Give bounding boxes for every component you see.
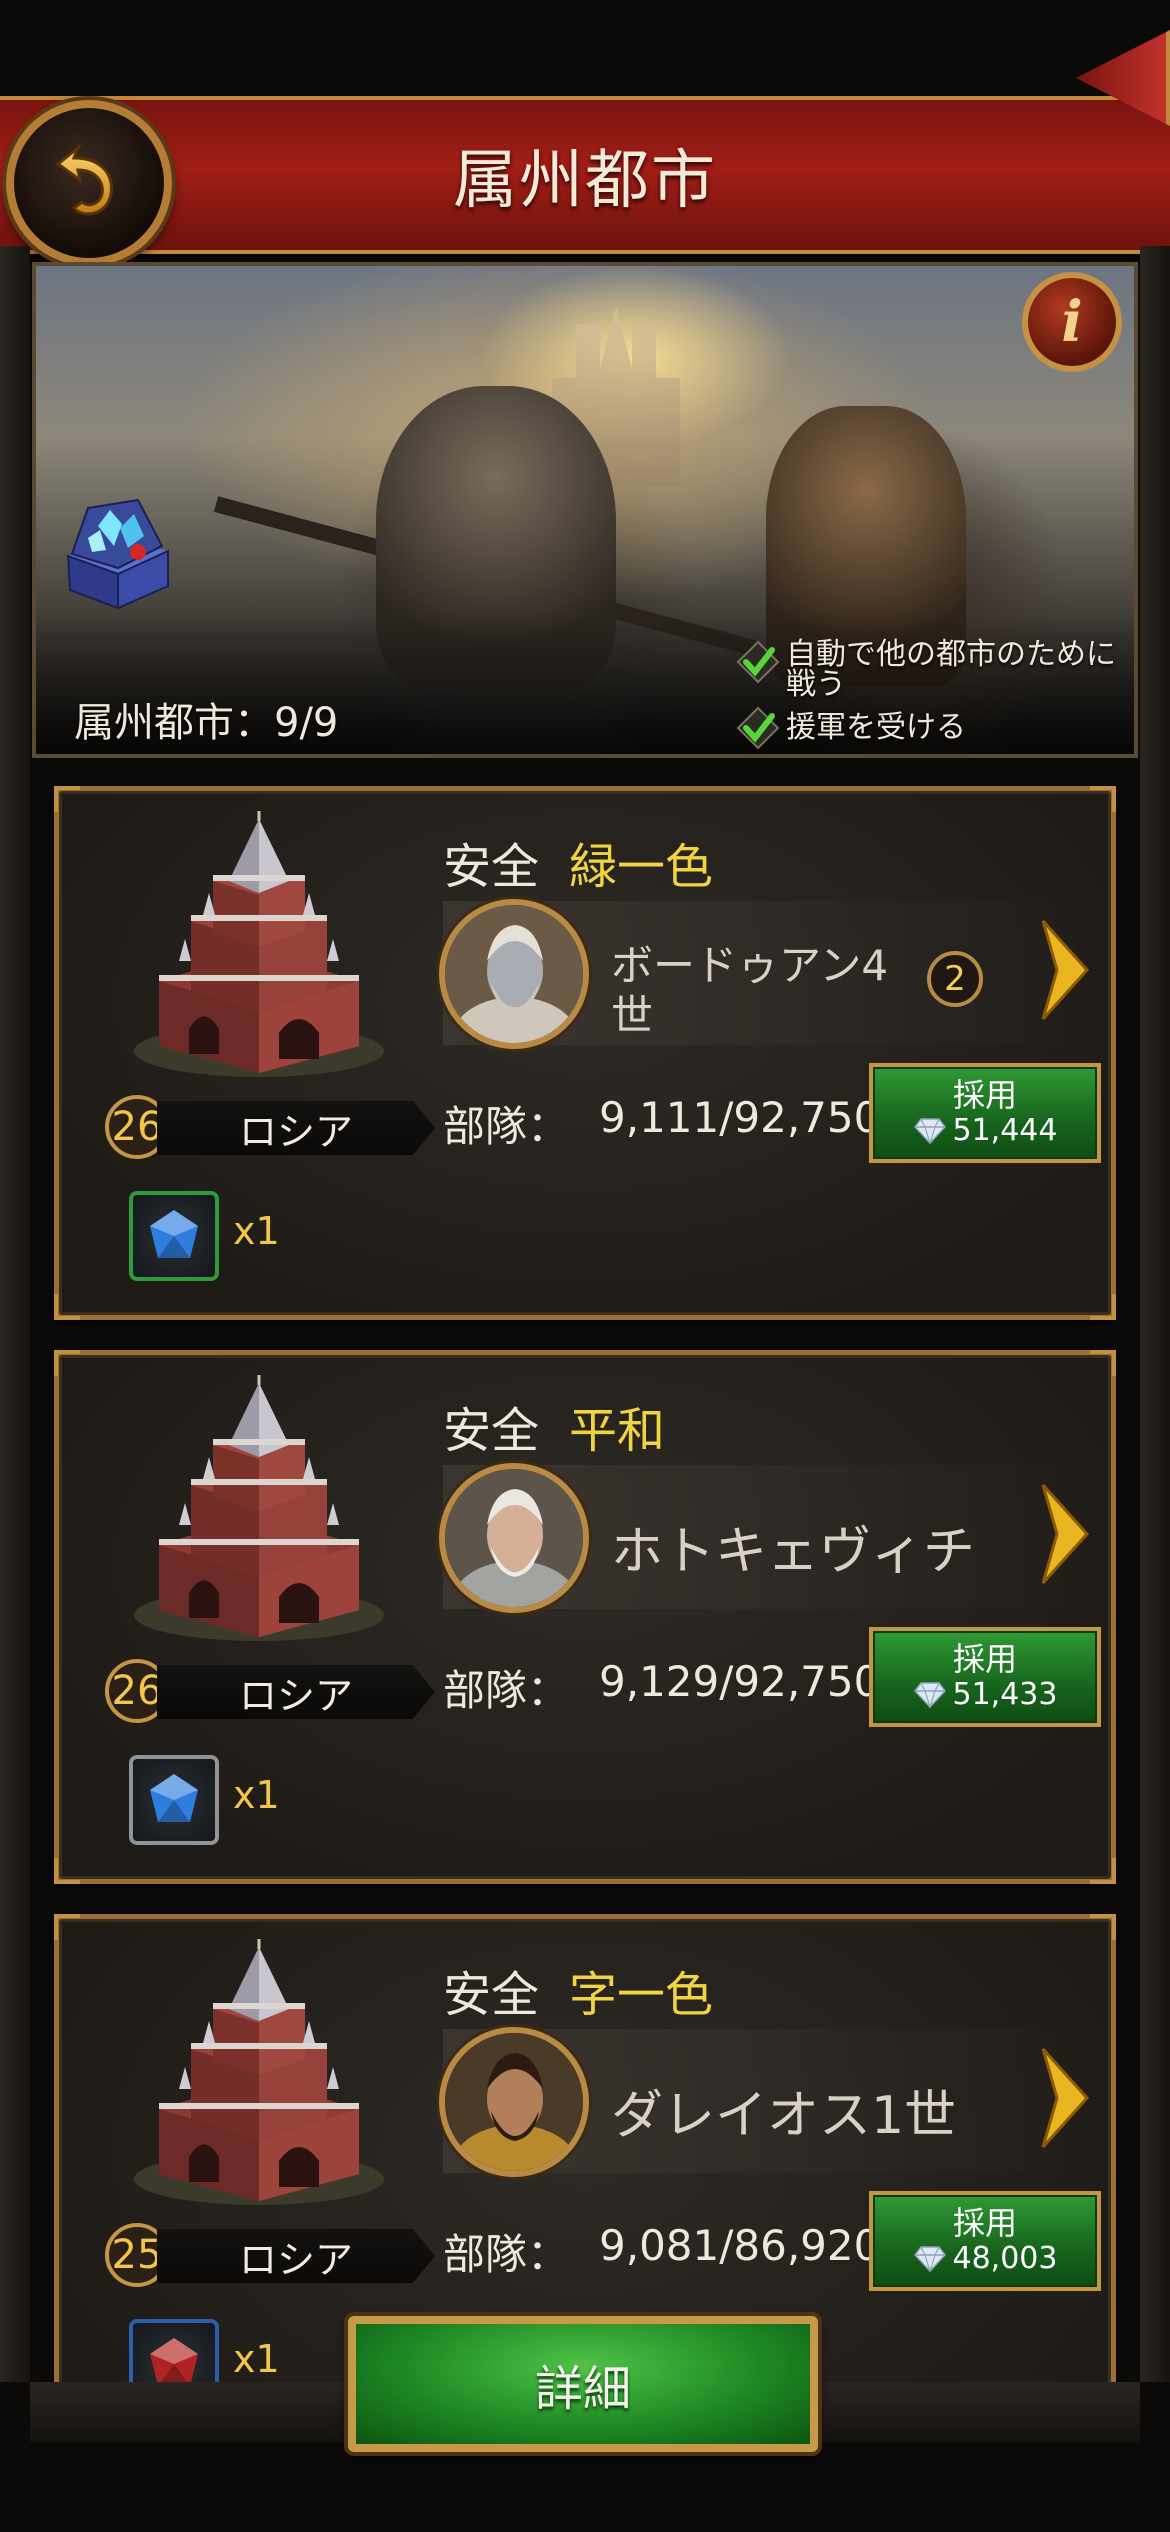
card-corner xyxy=(1090,786,1116,812)
back-arrow-icon xyxy=(55,143,113,216)
card-corner xyxy=(1090,1858,1116,1884)
chevron-right-icon[interactable] xyxy=(1035,1479,1095,1589)
hero-name-line1: ボードゥアン4 xyxy=(611,941,889,990)
hero-count-badge: 2 xyxy=(927,951,983,1007)
chevron-right-icon[interactable] xyxy=(1035,915,1095,1025)
province-count: 属州都市：9/9 xyxy=(74,700,339,746)
status-safe: 安全 xyxy=(443,1967,540,2023)
troops-label: 部隊： xyxy=(443,1102,570,1151)
accept-reinforcement-option[interactable]: 援軍を受ける xyxy=(736,706,966,750)
right-frame xyxy=(1140,246,1170,2396)
card-corner xyxy=(54,1914,80,1940)
nation-label: ロシア xyxy=(238,2237,353,2282)
hero-name: ダレイオス1世 xyxy=(611,2086,957,2146)
gem-quantity: x1 xyxy=(233,1773,280,1817)
hero-name: ホトキェヴィチ xyxy=(611,1522,976,1582)
city-card[interactable]: 26 ロシア x1 安全 平和 ホトキェヴィチ 部隊： 9,129/92,750… xyxy=(54,1350,1116,1884)
hero-portrait[interactable] xyxy=(439,899,589,1049)
nation-label: ロシア xyxy=(238,1673,353,1718)
card-corner xyxy=(54,786,80,812)
hire-label: 採用 xyxy=(952,1640,1017,1678)
hire-cost: 48,003 xyxy=(952,2241,1058,2276)
header-bar: 属州都市 xyxy=(0,96,1170,254)
nation-label: ロシア xyxy=(238,1109,353,1154)
hero-name-line1: ホトキェヴィチ xyxy=(611,1522,976,1582)
diamond-icon xyxy=(913,1682,946,1709)
city-tower-image xyxy=(119,1939,399,2209)
city-status: 安全 緑一色 xyxy=(443,827,713,897)
city-status: 安全 平和 xyxy=(443,1391,665,1461)
troops-label: 部隊： xyxy=(443,1666,570,1715)
city-name: 平和 xyxy=(569,1403,666,1459)
back-button[interactable] xyxy=(6,100,172,266)
city-status: 安全 字一色 xyxy=(443,1955,713,2025)
city-name: 緑一色 xyxy=(569,839,714,895)
city-tower-image xyxy=(119,811,399,1081)
accept-reinforcement-label: 援軍を受ける xyxy=(786,710,966,745)
hero-portrait[interactable] xyxy=(439,1463,589,1613)
hire-label: 採用 xyxy=(952,2204,1017,2242)
hire-button[interactable]: 採用 51,433 xyxy=(869,1627,1101,1727)
hire-cost: 51,433 xyxy=(952,1677,1058,1712)
card-corner xyxy=(1090,1350,1116,1376)
detail-button[interactable]: 詳細 xyxy=(348,2316,818,2452)
auto-fight-label-line2: 戦う xyxy=(786,667,846,702)
city-tower-image xyxy=(119,1375,399,1645)
troops-value: 9,081/86,920 xyxy=(599,2221,881,2270)
city-level: 26 xyxy=(111,1104,163,1150)
info-button[interactable]: i xyxy=(1022,272,1122,372)
diamond-icon xyxy=(913,1118,946,1145)
troops-value: 9,129/92,750 xyxy=(599,1657,881,1706)
hero-name-line2: 世 xyxy=(611,991,654,1040)
hire-cost: 51,444 xyxy=(952,1113,1058,1148)
hire-button[interactable]: 採用 48,003 xyxy=(869,2191,1101,2291)
nation-tag: ロシア xyxy=(157,1101,435,1155)
troops-label: 部隊： xyxy=(443,2230,570,2279)
card-corner xyxy=(1090,1914,1116,1940)
chevron-right-icon[interactable] xyxy=(1035,2043,1095,2153)
auto-fight-label-line1: 自動で他の都市のために xyxy=(786,637,1116,672)
page-title: 属州都市 xyxy=(453,144,717,218)
hire-label: 採用 xyxy=(952,1076,1017,1114)
hero-name-line1: ダレイオス1世 xyxy=(611,2086,957,2146)
status-safe: 安全 xyxy=(443,839,540,895)
city-card[interactable]: 26 ロシア x1 安全 緑一色 ボードゥアン4 世 2 部隊： 9,111/9… xyxy=(54,786,1116,1320)
nation-tag: ロシア xyxy=(157,1665,435,1719)
hero-portrait[interactable] xyxy=(439,2027,589,2177)
status-safe: 安全 xyxy=(443,1403,540,1459)
city-name: 字一色 xyxy=(569,1967,714,2023)
checkmark-icon xyxy=(736,706,780,750)
city-level: 26 xyxy=(111,1668,163,1714)
diamond-icon xyxy=(913,2246,946,2273)
checkmark-icon xyxy=(736,640,780,684)
left-frame xyxy=(0,246,30,2396)
card-corner xyxy=(1090,1294,1116,1320)
gem-quantity: x1 xyxy=(233,2337,280,2381)
gem-icon xyxy=(150,1774,198,1822)
nation-tag: ロシア xyxy=(157,2229,435,2283)
card-corner xyxy=(54,1294,80,1320)
reward-gem-slot[interactable] xyxy=(129,1755,219,1845)
troops-value: 9,111/92,750 xyxy=(599,1093,881,1142)
auto-fight-option[interactable]: 自動で他の都市のために 戦う xyxy=(736,640,1116,700)
treasure-chest-icon[interactable] xyxy=(58,496,178,616)
card-corner xyxy=(54,1858,80,1884)
city-level: 25 xyxy=(111,2232,163,2278)
hire-button[interactable]: 採用 51,444 xyxy=(869,1063,1101,1163)
reward-gem-slot[interactable] xyxy=(129,1191,219,1281)
hero-name: ボードゥアン4 世 xyxy=(611,941,888,1041)
gem-quantity: x1 xyxy=(233,1209,280,1253)
gem-icon xyxy=(150,1210,198,1258)
card-corner xyxy=(54,1350,80,1376)
